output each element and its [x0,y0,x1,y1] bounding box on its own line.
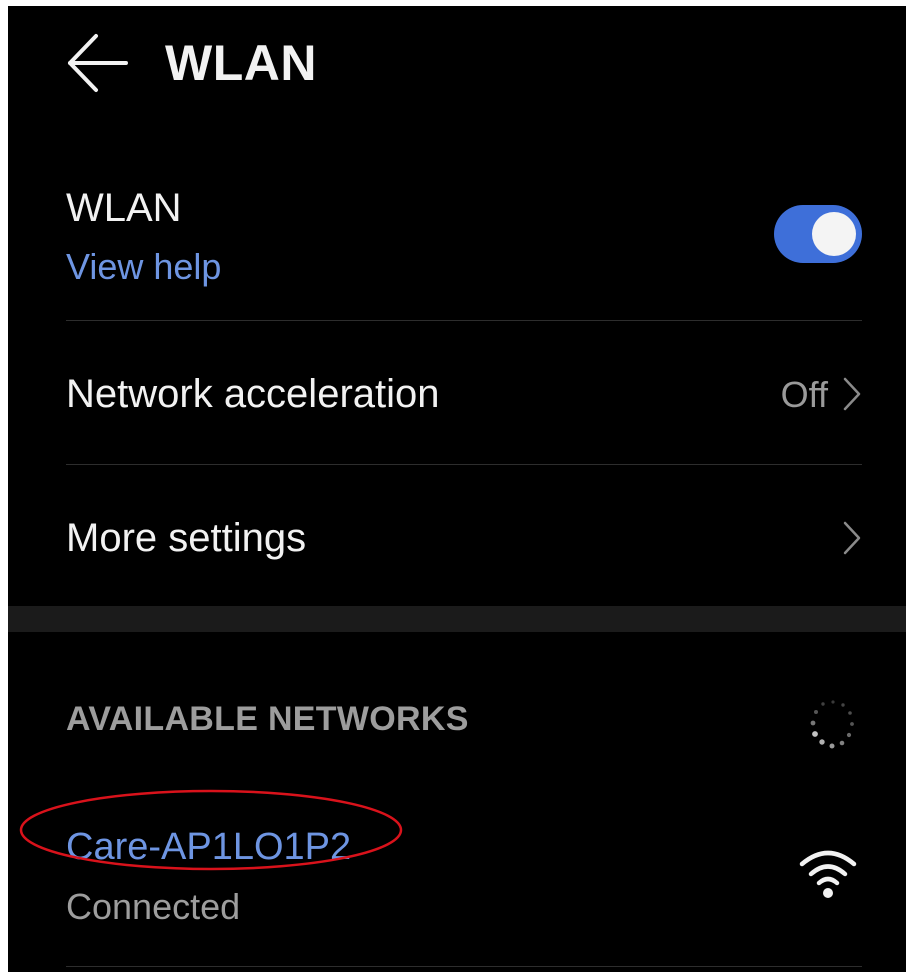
back-arrow-icon [68,34,128,92]
divider [66,320,862,321]
chevron-right-icon [843,521,861,555]
back-button[interactable] [62,28,132,98]
network-acceleration-value: Off [780,374,828,415]
more-settings-row[interactable]: More settings [66,466,862,608]
section-separator [8,606,906,632]
network-list-item[interactable]: Care-AP1LO1P2 Connected [66,814,862,964]
wifi-signal-icon [799,850,857,898]
divider [66,464,862,465]
view-help-link[interactable]: View help [66,246,221,288]
divider [66,966,862,967]
wlan-settings-screen: WLAN WLAN View help Network acceleration… [8,6,906,972]
wlan-label: WLAN [66,186,182,230]
more-settings-label: More settings [66,516,307,560]
network-ssid: Care-AP1LO1P2 [66,826,352,868]
loading-spinner-icon [810,700,854,749]
page-title: WLAN [165,35,317,91]
network-acceleration-row[interactable]: Network acceleration Off [66,322,862,464]
chevron-right-icon [843,377,861,411]
wlan-toggle-row: WLAN View help [66,176,862,320]
network-status: Connected [66,886,241,927]
available-networks-header: AVAILABLE NETWORKS [66,700,469,738]
toggle-knob [812,212,856,256]
network-acceleration-label: Network acceleration [66,372,440,416]
header-bar: WLAN [8,6,906,126]
wlan-toggle-switch[interactable] [774,205,862,263]
